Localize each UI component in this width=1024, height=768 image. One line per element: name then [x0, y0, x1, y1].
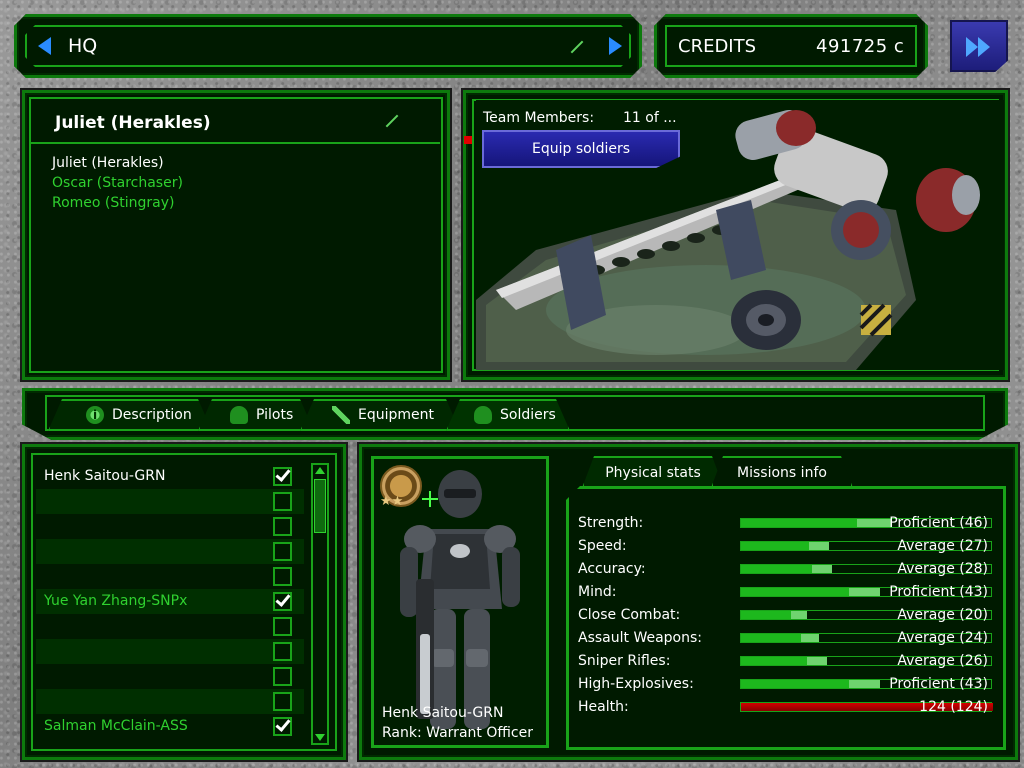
- tab-equipment[interactable]: Equipment: [300, 399, 460, 431]
- stat-value: Average (20): [897, 607, 988, 623]
- team-member-item[interactable]: Oscar (Starchaser): [52, 175, 183, 191]
- soldier-list-row[interactable]: Henk Saitou-GRN: [36, 464, 304, 489]
- tab-physical-stats[interactable]: Physical stats: [582, 456, 724, 488]
- checkmark-icon: [275, 466, 291, 482]
- soldier-name: Henk Saitou-GRN: [382, 705, 504, 721]
- soldier-assign-checkbox[interactable]: [273, 692, 292, 711]
- pilot-helmet-icon: [230, 406, 248, 424]
- wrench-icon: [332, 406, 350, 424]
- stat-label: High-Explosives:: [578, 676, 694, 692]
- soldier-list-row[interactable]: [36, 564, 304, 589]
- rank-stars-icon: ★★: [380, 494, 404, 509]
- stat-value: Average (27): [897, 538, 988, 554]
- soldier-list-row[interactable]: [36, 489, 304, 514]
- soldier-assign-checkbox[interactable]: [273, 716, 292, 736]
- tab-pilots[interactable]: Pilots: [198, 399, 314, 431]
- soldier-list-row[interactable]: [36, 539, 304, 564]
- soldier-list-row[interactable]: [36, 664, 304, 689]
- team-member-item[interactable]: Juliet (Herakles): [52, 155, 164, 171]
- tab-soldiers[interactable]: Soldiers: [446, 399, 570, 431]
- stat-value: Average (24): [897, 630, 988, 646]
- stat-label: Mind:: [578, 584, 617, 600]
- ship-marker-indicator: [464, 136, 472, 144]
- tab-description[interactable]: i Description: [48, 399, 212, 431]
- stat-value: Proficient (43): [889, 584, 988, 600]
- tab-pilots-label: Pilots: [256, 407, 294, 423]
- soldier-rank: Rank: Warrant Officer: [382, 725, 533, 741]
- soldier-assign-checkbox[interactable]: [273, 542, 292, 561]
- tab-missions-info[interactable]: Missions info: [711, 456, 853, 488]
- credits-value: 491725 c: [816, 36, 905, 57]
- hq-prev-arrow-icon[interactable]: [38, 37, 51, 55]
- team-divider: [30, 142, 440, 144]
- soldier-list-row[interactable]: [36, 514, 304, 539]
- checkmark-icon: [275, 716, 291, 732]
- stat-value: Proficient (43): [889, 676, 988, 692]
- scroll-down-arrow-icon[interactable]: [315, 734, 325, 741]
- credits-label: CREDITS: [678, 36, 757, 57]
- team-title: Juliet (Herakles): [55, 113, 211, 133]
- stat-value: Average (28): [897, 561, 988, 577]
- stat-value: Proficient (46): [889, 515, 988, 531]
- stat-label: Accuracy:: [578, 561, 646, 577]
- stat-label: Assault Weapons:: [578, 630, 702, 646]
- soldier-list-row[interactable]: [36, 689, 304, 714]
- stat-label: Sniper Rifles:: [578, 653, 671, 669]
- stat-value: 124 (124): [919, 699, 988, 715]
- team-members-label: Team Members:: [483, 110, 595, 126]
- stat-label: Strength:: [578, 515, 644, 531]
- hq-label: HQ: [68, 35, 98, 57]
- tab-description-label: Description: [112, 407, 192, 423]
- equip-soldiers-button[interactable]: Equip soldiers: [482, 130, 680, 168]
- checkmark-icon: [275, 591, 291, 607]
- stat-label: Health:: [578, 699, 629, 715]
- soldier-list-row[interactable]: Yue Yan Zhang-SNPx: [36, 589, 304, 614]
- soldier-list-row[interactable]: Salman McClain-ASS: [36, 714, 304, 739]
- stat-value: Average (26): [897, 653, 988, 669]
- hq-selector-border: [25, 25, 631, 67]
- fast-forward-button[interactable]: [950, 20, 1008, 72]
- info-icon: i: [86, 406, 104, 424]
- soldier-list-row[interactable]: [36, 639, 304, 664]
- team-members-count: 11 of ...: [623, 110, 677, 126]
- hq-next-arrow-icon[interactable]: [609, 37, 622, 55]
- team-panel-border: [29, 97, 443, 373]
- scroll-thumb[interactable]: [314, 479, 326, 533]
- soldier-icon: [474, 406, 492, 424]
- soldier-assign-checkbox[interactable]: [273, 492, 292, 511]
- soldier-assign-checkbox[interactable]: [273, 567, 292, 586]
- fast-forward-icon-2: [978, 37, 990, 57]
- tab-soldiers-label: Soldiers: [500, 407, 556, 423]
- soldier-list-row[interactable]: [36, 614, 304, 639]
- stat-label: Close Combat:: [578, 607, 681, 623]
- soldier-assign-checkbox[interactable]: [273, 667, 292, 686]
- tab-equipment-label: Equipment: [358, 407, 434, 423]
- stat-label: Speed:: [578, 538, 627, 554]
- soldier-list-scrollbar[interactable]: [311, 463, 329, 745]
- team-member-item[interactable]: Romeo (Stingray): [52, 195, 175, 211]
- hq-selector-panel: [14, 14, 642, 78]
- team-panel: [22, 90, 450, 380]
- scroll-up-arrow-icon[interactable]: [315, 467, 325, 474]
- soldier-assign-checkbox[interactable]: [273, 591, 292, 611]
- soldier-assign-checkbox[interactable]: [273, 466, 292, 486]
- fast-forward-icon: [966, 37, 978, 57]
- soldier-assign-checkbox[interactable]: [273, 617, 292, 636]
- soldier-assign-checkbox[interactable]: [273, 642, 292, 661]
- soldier-assign-checkbox[interactable]: [273, 517, 292, 536]
